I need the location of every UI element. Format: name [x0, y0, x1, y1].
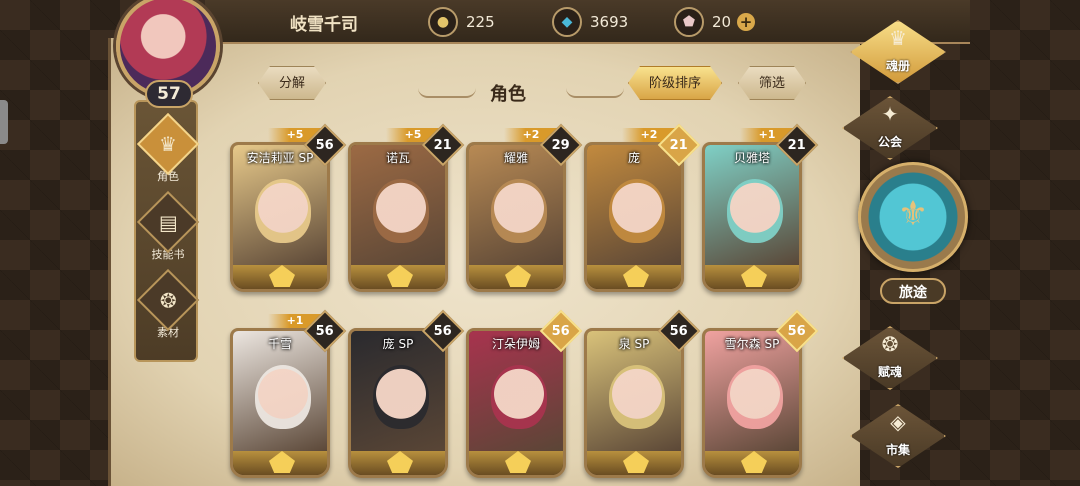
soul-gift-icon: ❂: [881, 332, 899, 356]
gem-resource: ⬟ 20 +: [674, 6, 756, 38]
character-card[interactable]: 贝雅塔: [702, 142, 802, 292]
gem-count: 20: [712, 13, 732, 31]
rank-crest-icon: [387, 265, 413, 287]
character-card[interactable]: 雪尔森 SP: [702, 328, 802, 478]
gem-icon: ⬟: [674, 7, 704, 37]
level-badge-value: 56: [433, 323, 453, 339]
character-card[interactable]: 庞 SP: [348, 328, 448, 478]
card-base: [587, 265, 681, 289]
rank-crest-icon: [623, 265, 649, 287]
card-base: [705, 451, 799, 475]
crystal-icon: ◆: [552, 7, 582, 37]
side-handle[interactable]: [0, 100, 8, 144]
character-card[interactable]: 耀雅: [466, 142, 566, 292]
level-badge-value: 21: [433, 137, 453, 153]
material-icon: ❂: [159, 287, 177, 312]
menu-materials[interactable]: ❂ 素材: [136, 268, 200, 344]
rank-crest-icon: [269, 265, 295, 287]
portrait-face: [491, 179, 547, 243]
title-flourish-right: [566, 88, 624, 98]
portrait-face: [609, 365, 665, 429]
soul-gift-button[interactable]: ❂ 赋魂: [842, 326, 938, 390]
portrait-face: [609, 179, 665, 243]
card-base: [351, 265, 445, 289]
rank-crest-icon: [623, 451, 649, 473]
journey-label: 旅途: [880, 278, 946, 304]
journey-emblem-icon: ⚜: [897, 194, 929, 234]
card-base: [469, 265, 563, 289]
soul-book-button[interactable]: ♛ 魂册: [850, 20, 946, 84]
portrait-face: [373, 179, 429, 243]
character-card[interactable]: 泉 SP: [584, 328, 684, 478]
level-badge-value: 56: [669, 323, 689, 339]
level-badge-value: 56: [551, 323, 571, 339]
rank-crest-icon: [505, 265, 531, 287]
gold-resource: ● 225: [428, 6, 495, 38]
portrait-face: [373, 365, 429, 429]
level-badge-value: 56: [315, 323, 335, 339]
rank-crest-icon: [387, 451, 413, 473]
gold-coin-icon: ●: [428, 7, 458, 37]
book-icon: ▤: [158, 210, 178, 234]
crystal-count: 3693: [590, 13, 629, 31]
card-base: [705, 265, 799, 289]
guild-button[interactable]: ✦ 公会: [842, 96, 938, 160]
helmet-icon: ♛: [159, 132, 177, 156]
rank-crest-icon: [505, 451, 531, 473]
level-badge-value: 56: [787, 323, 807, 339]
portrait-face: [255, 179, 311, 243]
add-gem-button[interactable]: +: [737, 13, 756, 31]
section-title: 角色: [490, 84, 526, 105]
gold-count: 225: [466, 13, 495, 31]
card-base: [233, 451, 327, 475]
market-button[interactable]: ◈ 市集: [850, 404, 946, 468]
menu-skill-books[interactable]: ▤ 技能书: [136, 190, 200, 266]
guild-label: 公会: [877, 135, 902, 149]
decompose-button[interactable]: 分解: [258, 66, 326, 100]
soul-gift-label: 赋魂: [877, 365, 902, 379]
portrait-face: [727, 179, 783, 243]
soul-book-icon: ♛: [889, 26, 907, 50]
level-badge-value: 29: [551, 137, 571, 153]
market-label: 市集: [885, 443, 910, 457]
rank-crest-icon: [269, 451, 295, 473]
sort-by-rank-button[interactable]: 阶级排序: [628, 66, 722, 100]
character-card[interactable]: 庞: [584, 142, 684, 292]
guild-icon: ✦: [881, 102, 899, 126]
menu-characters[interactable]: ♛ 角色: [136, 112, 200, 188]
player-level: 57: [145, 80, 193, 108]
soul-book-label: 魂册: [885, 59, 910, 73]
title-flourish-left: [418, 88, 476, 98]
portrait-face: [255, 365, 311, 429]
level-badge-value: 21: [669, 137, 689, 153]
card-base: [469, 451, 563, 475]
market-icon: ◈: [890, 410, 906, 434]
portrait-face: [491, 365, 547, 429]
card-base: [351, 451, 445, 475]
rank-crest-icon: [741, 265, 767, 287]
level-badge-value: 21: [787, 137, 807, 153]
filter-button[interactable]: 筛选: [738, 66, 806, 100]
character-card[interactable]: 安洁莉亚 SP: [230, 142, 330, 292]
card-base: [587, 451, 681, 475]
card-base: [233, 265, 327, 289]
level-badge-value: 56: [315, 137, 335, 153]
crystal-resource: ◆ 3693: [552, 6, 628, 38]
rank-crest-icon: [741, 451, 767, 473]
journey-button[interactable]: ⚜ 旅途: [854, 160, 972, 310]
character-card[interactable]: 汀朵伊姆: [466, 328, 566, 478]
portrait-face: [727, 365, 783, 429]
player-name: 岐雪千司: [290, 15, 358, 35]
character-card[interactable]: 诺瓦: [348, 142, 448, 292]
character-card[interactable]: 千雪: [230, 328, 330, 478]
